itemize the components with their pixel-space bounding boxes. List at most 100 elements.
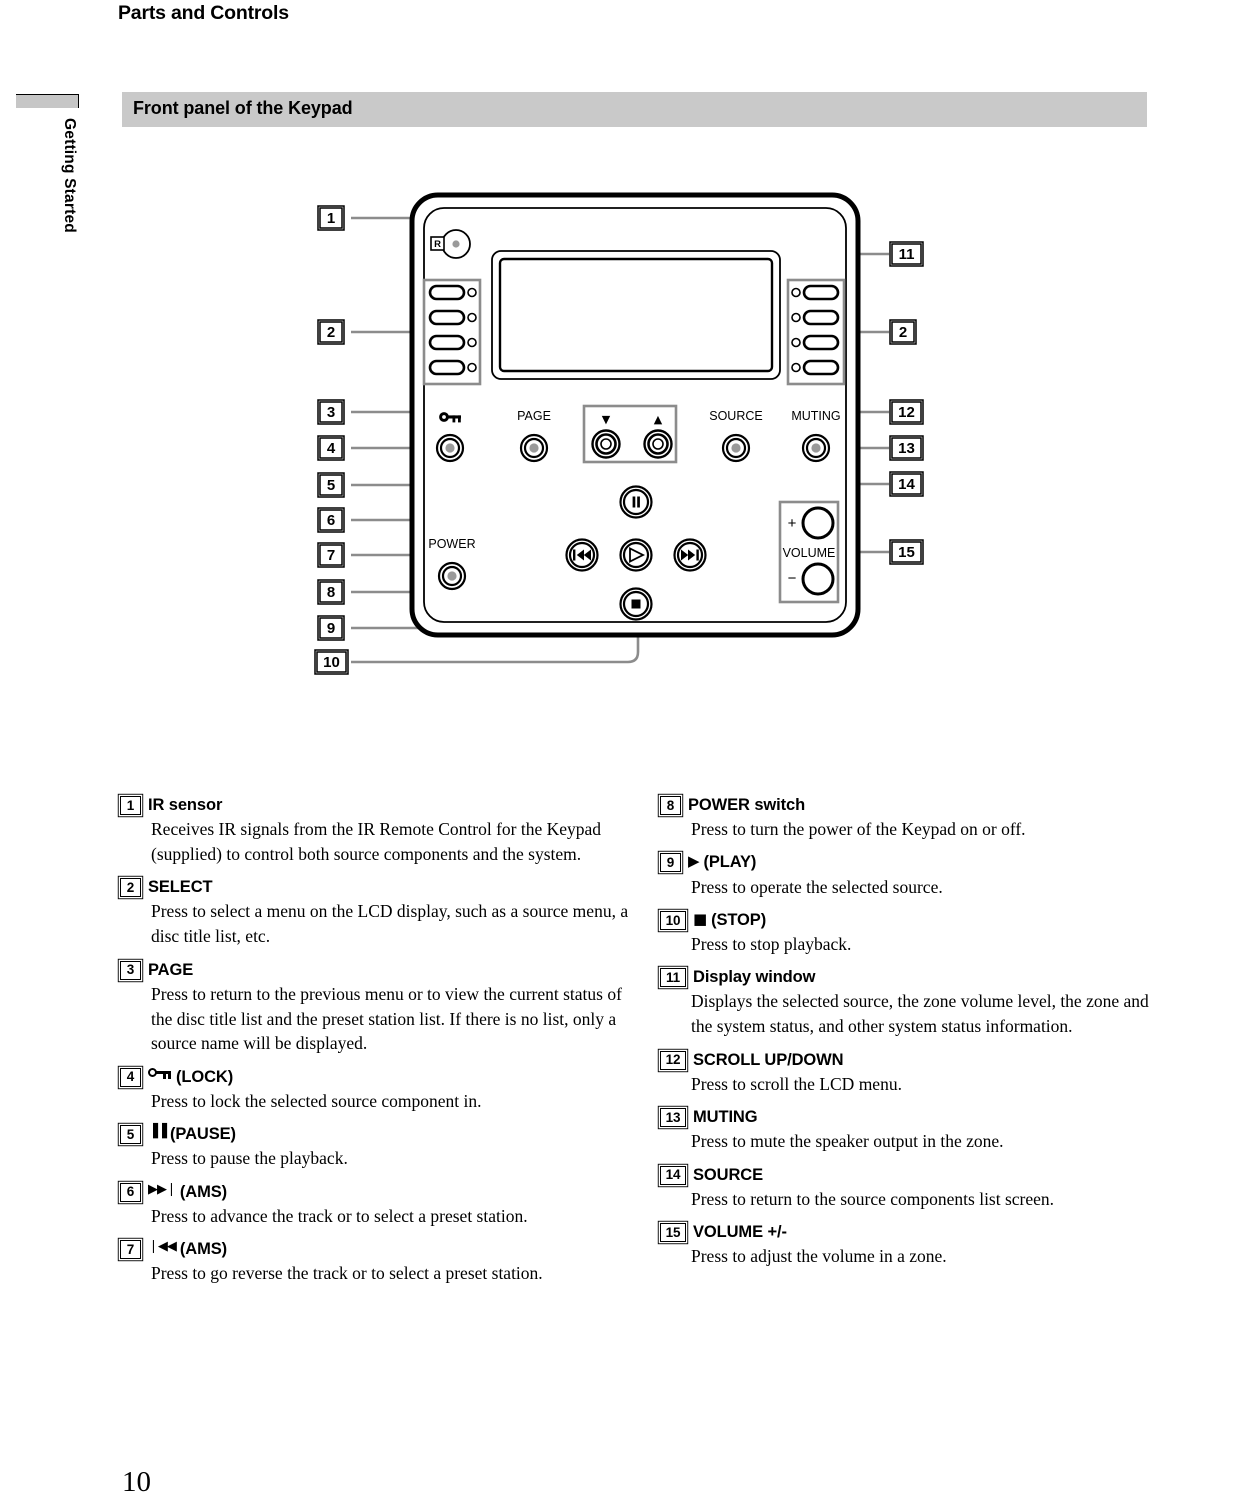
callout-number-badge: 8 (660, 796, 681, 815)
svg-text:9: 9 (327, 620, 335, 637)
descriptions-column-left: 1 IR sensor Receives IR signals from the I… (120, 795, 630, 1297)
display-window (491, 250, 781, 380)
page-button-label: PAGE (517, 409, 551, 423)
callout-4: 4 (317, 435, 345, 461)
page-title: Parts and Controls (118, 2, 289, 24)
svg-text:8: 8 (327, 584, 335, 601)
description-entry-title: SELECT (148, 878, 213, 897)
description-entry: 1 IR sensor Receives IR signals from the I… (120, 795, 630, 867)
svg-text:13: 13 (898, 440, 915, 457)
rewind-ams-button[interactable] (565, 538, 599, 572)
callout-number-badge: 1 (120, 796, 141, 815)
description-entry: 5 ▐▐ (PAUSE) Press to pause the playback. (120, 1124, 630, 1171)
scroll-down-button[interactable] (591, 429, 621, 459)
description-entry: 7 ❘◀◀ (AMS) Press to go reverse the track o… (120, 1239, 630, 1286)
keypad-front-panel-diagram: R PAGE ▼ ▲ SOURCE MUTING POWER + VOLUME … (0, 180, 1240, 700)
svg-text:12: 12 (898, 404, 915, 421)
svg-text:4: 4 (327, 440, 336, 457)
callout-11: 11 (889, 241, 924, 267)
description-entry-head: 11 Display window (660, 967, 1160, 988)
volume-label: VOLUME (783, 546, 836, 560)
callout-2-left: 2 (317, 319, 345, 345)
callout-2-right: 2 (889, 319, 917, 345)
scroll-up-button[interactable] (643, 429, 673, 459)
ir-sensor-mark: R (434, 239, 441, 250)
description-entry: 11 Display window Displays the selected so… (660, 967, 1160, 1039)
scroll-up-arrow-icon: ▲ (654, 413, 663, 426)
description-entry-glyph-icon: ❘◀◀ (148, 1239, 177, 1255)
description-entry-head: 13 MUTING (660, 1107, 1160, 1128)
callout-7: 7 (317, 542, 345, 568)
volume-minus-label: − (788, 570, 797, 587)
description-entry-head: 14 SOURCE (660, 1165, 1160, 1186)
description-entry-title: Display window (693, 968, 816, 987)
description-entry-head: 1 IR sensor (120, 795, 630, 816)
description-entry: 6 ▶▶❘ (AMS) Press to advance the track or t… (120, 1182, 630, 1229)
description-entry-title: (AMS) (179, 1182, 228, 1201)
svg-text:6: 6 (327, 512, 335, 529)
power-switch-label: POWER (428, 537, 475, 551)
callout-5: 5 (317, 472, 345, 498)
volume-down-button[interactable] (801, 562, 835, 596)
callout-number-badge: 5 (120, 1125, 141, 1145)
svg-text:2: 2 (899, 324, 907, 341)
callout-number-badge: 13 (660, 1108, 686, 1128)
description-entry: 10 ■ (STOP) Press to stop playback. (660, 910, 1160, 957)
pause-button[interactable] (619, 485, 653, 519)
section-heading-label: Front panel of the Keypad (133, 98, 353, 118)
description-entry-head: 2 SELECT (120, 877, 630, 898)
play-button[interactable] (619, 538, 653, 572)
callout-number-badge: 7 (120, 1240, 141, 1260)
description-entry-body: Receives IR signals from the IR Remote C… (151, 819, 602, 864)
description-entry-title: (AMS) (179, 1240, 228, 1259)
description-entry-title: (PAUSE) (170, 1125, 236, 1144)
page-number: 10 (122, 1466, 151, 1498)
callout-number-badge: 11 (660, 968, 686, 988)
description-entry-head: 8 POWER switch (660, 795, 1160, 816)
description-entry-head: 15 VOLUME +/- (660, 1222, 1160, 1243)
callout-14: 14 (889, 471, 924, 497)
svg-text:14: 14 (898, 476, 915, 493)
stop-button[interactable] (619, 587, 653, 621)
svg-text:10: 10 (323, 654, 340, 671)
callout-number-badge: 9 (660, 853, 681, 873)
description-entry-body: Press to pause the playback. (151, 1148, 348, 1169)
callout-number-badge: 4 (120, 1067, 141, 1087)
volume-up-button[interactable] (801, 506, 835, 540)
description-entry: 9 ▶ (PLAY) Press to operate the selected so… (660, 852, 1160, 899)
svg-text:3: 3 (327, 404, 335, 421)
description-entry-head: 12 SCROLL UP/DOWN (660, 1050, 1160, 1071)
description-entry-head: 6 ▶▶❘ (AMS) (120, 1182, 630, 1203)
svg-text:1: 1 (327, 210, 335, 227)
description-entry-glyph-icon: ▶▶❘ (148, 1181, 177, 1197)
description-entry-head: 7 ❘◀◀ (AMS) (120, 1239, 630, 1260)
description-entry-body: Press to select a menu on the LCD displa… (151, 901, 629, 947)
description-entry-head: 4 (LOCK) (120, 1067, 630, 1088)
description-entry-head: 5 ▐▐ (PAUSE) (120, 1124, 630, 1145)
callout-6: 6 (317, 507, 345, 533)
callout-3: 3 (317, 399, 345, 425)
description-entry-glyph-icon: ■ (693, 909, 708, 928)
description-entry-title: (LOCK) (176, 1067, 234, 1086)
callout-number-badge: 10 (660, 910, 686, 930)
source-button-label: SOURCE (709, 409, 762, 423)
callout-8: 8 (317, 579, 345, 605)
description-entry-title: MUTING (693, 1108, 758, 1127)
description-entry-body: Press to go reverse the track or to sele… (151, 1263, 543, 1284)
description-entry-title: POWER switch (688, 796, 806, 814)
svg-text:11: 11 (899, 246, 915, 263)
description-entry-glyph-icon: ▐▐ (148, 1124, 167, 1140)
forward-ams-button[interactable] (673, 538, 707, 572)
callout-number-badge: 12 (660, 1050, 686, 1070)
description-entry: 13 MUTING Press to mute the speaker output… (660, 1107, 1160, 1154)
lock-key-icon (148, 1067, 172, 1079)
description-entry: 3 PAGE Press to return to the previous men… (120, 960, 630, 1057)
svg-text:2: 2 (327, 324, 335, 341)
callout-15: 15 (889, 539, 924, 565)
description-entry: 8 POWER switch Press to turn the power of … (660, 795, 1160, 842)
description-entry-head: 3 PAGE (120, 960, 630, 981)
description-entry: 15 VOLUME +/- Press to adjust the volume i… (660, 1222, 1160, 1269)
callout-13: 13 (889, 435, 924, 461)
description-entry-title: (PLAY) (703, 853, 757, 872)
muting-button-label: MUTING (791, 409, 840, 423)
